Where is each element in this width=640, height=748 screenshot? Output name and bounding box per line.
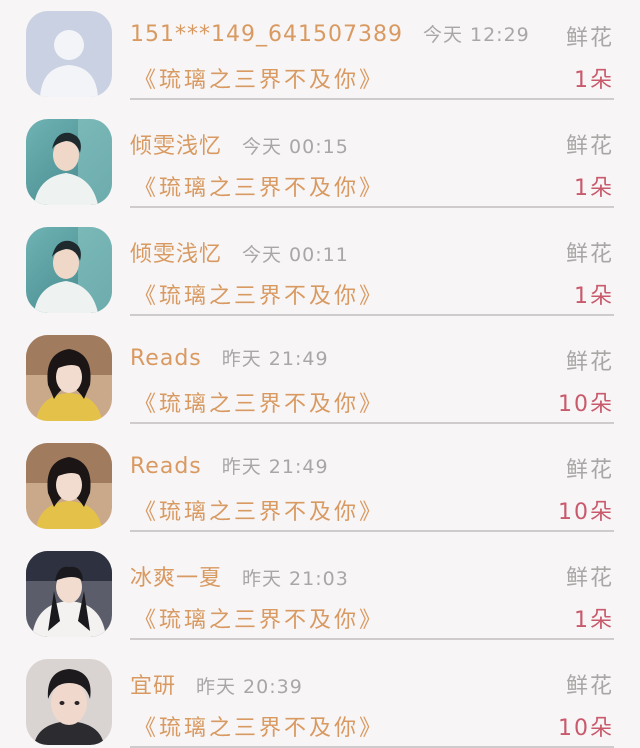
user-avatar[interactable] [26, 335, 112, 421]
record-time: 昨天 21:49 [221, 456, 329, 478]
book-title[interactable]: 《琉璃之三界不及你》 [134, 710, 384, 742]
user-name[interactable]: Reads [130, 454, 202, 479]
book-title[interactable]: 《琉璃之三界不及你》 [134, 278, 384, 310]
record-info: Reads 昨天 21:49 《琉璃之三界不及你》 鲜花 10朵 [130, 432, 614, 532]
record-time: 昨天 21:03 [242, 568, 349, 590]
gift-type: 鲜花 [565, 458, 614, 483]
record-time: 今天 00:15 [242, 136, 349, 158]
gift-type: 鲜花 [565, 242, 614, 267]
gift-type: 鲜花 [565, 566, 614, 591]
book-title[interactable]: 《琉璃之三界不及你》 [134, 170, 384, 202]
record-info: 倾雯浅忆 今天 00:11 《琉璃之三界不及你》 鲜花 1朵 [130, 216, 614, 316]
list-item[interactable]: 倾雯浅忆 今天 00:15 《琉璃之三界不及你》 鲜花 1朵 [0, 108, 640, 216]
gift-count: 1朵 [574, 68, 614, 93]
gift-type: 鲜花 [565, 350, 614, 375]
record-time: 今天 00:11 [242, 244, 349, 266]
user-name[interactable]: Reads [130, 346, 202, 371]
list-item[interactable]: 151***149_641507389 今天 12:29 《琉璃之三界不及你》 … [0, 0, 640, 108]
list-item[interactable]: Reads 昨天 21:49 《琉璃之三界不及你》 鲜花 10朵 [0, 324, 640, 432]
gift-count: 10朵 [558, 392, 614, 417]
user-name[interactable]: 倾雯浅忆 [130, 236, 222, 268]
user-name[interactable]: 倾雯浅忆 [130, 128, 222, 160]
list-item[interactable]: 冰爽一夏 昨天 21:03 《琉璃之三界不及你》 鲜花 1朵 [0, 540, 640, 648]
gift-record-list: 151***149_641507389 今天 12:29 《琉璃之三界不及你》 … [0, 0, 640, 748]
list-item[interactable]: Reads 昨天 21:49 《琉璃之三界不及你》 鲜花 10朵 [0, 432, 640, 540]
gift-count: 1朵 [574, 284, 614, 309]
user-name[interactable]: 151***149_641507389 [130, 22, 403, 47]
list-item[interactable]: 宜研 昨天 20:39 《琉璃之三界不及你》 鲜花 10朵 [0, 648, 640, 748]
gift-count: 10朵 [558, 716, 614, 741]
book-title[interactable]: 《琉璃之三界不及你》 [134, 494, 384, 526]
user-name[interactable]: 冰爽一夏 [130, 560, 222, 592]
record-info: 冰爽一夏 昨天 21:03 《琉璃之三界不及你》 鲜花 1朵 [130, 540, 614, 640]
gift-count: 1朵 [574, 176, 614, 201]
record-info: 151***149_641507389 今天 12:29 《琉璃之三界不及你》 … [130, 0, 614, 100]
user-avatar[interactable] [26, 659, 112, 745]
record-time: 昨天 21:49 [221, 348, 329, 370]
list-item[interactable]: 倾雯浅忆 今天 00:11 《琉璃之三界不及你》 鲜花 1朵 [0, 216, 640, 324]
record-time: 昨天 20:39 [196, 676, 303, 698]
gift-count: 1朵 [574, 608, 614, 633]
book-title[interactable]: 《琉璃之三界不及你》 [134, 386, 384, 418]
default-avatar-icon[interactable] [26, 11, 112, 97]
user-avatar[interactable] [26, 443, 112, 529]
gift-type: 鲜花 [565, 134, 614, 159]
gift-type: 鲜花 [565, 674, 614, 699]
record-time: 今天 12:29 [422, 24, 530, 46]
user-name[interactable]: 宜研 [130, 668, 176, 700]
record-info: 倾雯浅忆 今天 00:15 《琉璃之三界不及你》 鲜花 1朵 [130, 108, 614, 208]
user-avatar[interactable] [26, 551, 112, 637]
gift-count: 10朵 [558, 500, 614, 525]
user-avatar[interactable] [26, 227, 112, 313]
gift-type: 鲜花 [565, 26, 614, 51]
book-title[interactable]: 《琉璃之三界不及你》 [134, 602, 384, 634]
record-info: Reads 昨天 21:49 《琉璃之三界不及你》 鲜花 10朵 [130, 324, 614, 424]
book-title[interactable]: 《琉璃之三界不及你》 [134, 62, 384, 94]
record-info: 宜研 昨天 20:39 《琉璃之三界不及你》 鲜花 10朵 [130, 648, 614, 748]
user-avatar[interactable] [26, 119, 112, 205]
